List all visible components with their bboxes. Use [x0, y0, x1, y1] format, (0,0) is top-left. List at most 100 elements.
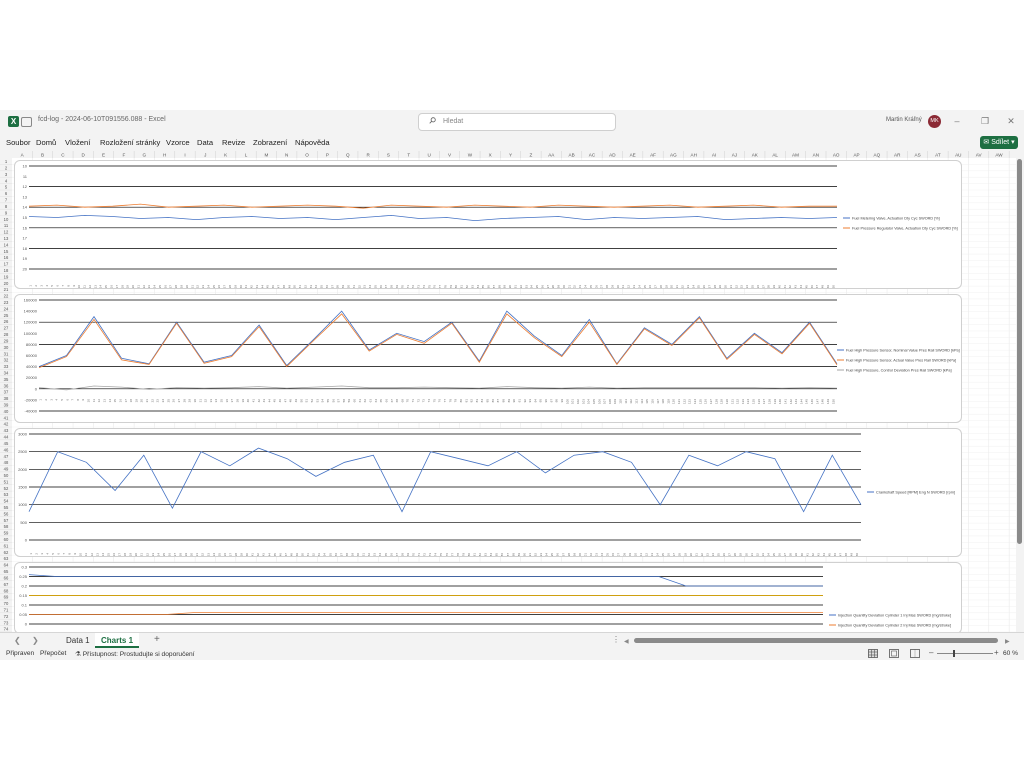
- column-header-AH[interactable]: AH: [691, 153, 697, 158]
- column-header-AU[interactable]: AU: [955, 153, 961, 158]
- chart-3[interactable]: 3000 2500 2000 1500 1000 500 0 1 2 3 4 5 6 7 8 9 10 11 12 1…: [14, 428, 962, 557]
- row-header[interactable]: 8: [5, 204, 8, 209]
- column-header-AR[interactable]: AR: [894, 153, 901, 158]
- row-header[interactable]: 56: [4, 511, 9, 516]
- normal-view-icon[interactable]: [868, 649, 878, 658]
- row-header[interactable]: 57: [4, 518, 9, 523]
- row-header[interactable]: 44: [4, 435, 9, 440]
- row-header[interactable]: 32: [4, 358, 9, 363]
- column-header-AQ[interactable]: AQ: [874, 153, 881, 158]
- row-header[interactable]: 45: [4, 441, 9, 446]
- next-sheet-icon[interactable]: ❯: [32, 636, 39, 645]
- row-header[interactable]: 42: [4, 422, 9, 427]
- column-header-C[interactable]: C: [61, 153, 65, 158]
- row-header[interactable]: 65: [4, 569, 9, 574]
- row-header[interactable]: 66: [4, 575, 9, 580]
- autosave-icon[interactable]: [21, 117, 32, 127]
- column-header-J[interactable]: J: [204, 153, 206, 158]
- column-header-Z[interactable]: Z: [530, 153, 533, 158]
- row-header[interactable]: 12: [4, 230, 9, 235]
- row-header[interactable]: 50: [4, 473, 9, 478]
- prev-sheet-icon[interactable]: ❮: [14, 636, 21, 645]
- row-header[interactable]: 43: [4, 428, 9, 433]
- row-header[interactable]: 52: [4, 486, 9, 491]
- column-header-K[interactable]: K: [224, 153, 228, 158]
- row-header[interactable]: 29: [4, 338, 9, 343]
- column-header-AG[interactable]: AG: [670, 153, 677, 158]
- column-header-AW[interactable]: AW: [995, 153, 1003, 158]
- row-header[interactable]: 61: [4, 543, 9, 548]
- row-header[interactable]: 3: [5, 172, 8, 177]
- row-header[interactable]: 26: [4, 319, 9, 324]
- row-header[interactable]: 39: [4, 403, 9, 408]
- column-header-R[interactable]: R: [366, 153, 370, 158]
- row-header[interactable]: 47: [4, 454, 9, 459]
- column-header-AK[interactable]: AK: [752, 153, 759, 158]
- close-icon[interactable]: ✕: [1004, 115, 1018, 127]
- zoom-in-icon[interactable]: +: [994, 648, 999, 657]
- row-header[interactable]: 71: [4, 607, 9, 612]
- page-layout-icon[interactable]: [889, 649, 899, 658]
- column-header-X[interactable]: X: [489, 153, 492, 158]
- column-header-Y[interactable]: Y: [509, 153, 512, 158]
- row-header[interactable]: 62: [4, 550, 9, 555]
- accessibility-status[interactable]: ⚗ Přístupnost: Prostudujte si doporučení: [75, 650, 195, 658]
- row-header[interactable]: 11: [4, 223, 9, 228]
- column-header-AN[interactable]: AN: [813, 153, 819, 158]
- share-button[interactable]: ✉ Sdílet ▾: [980, 136, 1018, 149]
- row-header[interactable]: 10: [4, 217, 9, 222]
- row-header[interactable]: 72: [4, 614, 9, 619]
- menu-data[interactable]: Data: [197, 138, 213, 147]
- row-header[interactable]: 23: [4, 300, 9, 305]
- sheet-tab-data-1[interactable]: Data 1: [60, 633, 96, 648]
- column-header-V[interactable]: V: [448, 153, 452, 158]
- scroll-left-icon[interactable]: ◀: [624, 638, 629, 645]
- row-header[interactable]: 69: [4, 595, 9, 600]
- zoom-slider-thumb[interactable]: [953, 650, 955, 657]
- column-header-AV[interactable]: AV: [976, 153, 983, 158]
- row-header[interactable]: 19: [4, 274, 9, 279]
- row-header[interactable]: 58: [4, 524, 9, 529]
- row-header[interactable]: 6: [5, 191, 8, 196]
- column-header-AA[interactable]: AA: [548, 153, 555, 158]
- row-header[interactable]: 60: [4, 537, 9, 542]
- row-header[interactable]: 20: [4, 281, 9, 286]
- row-header[interactable]: 35: [4, 377, 9, 382]
- column-header-D[interactable]: D: [82, 153, 86, 158]
- more-options-icon[interactable]: ⋮: [612, 635, 620, 644]
- column-header-AL[interactable]: AL: [772, 153, 778, 158]
- row-header[interactable]: 67: [4, 582, 9, 587]
- vertical-scrollbar[interactable]: [1016, 151, 1024, 632]
- row-header[interactable]: 34: [4, 370, 9, 375]
- row-header[interactable]: 31: [4, 351, 9, 356]
- vertical-scroll-thumb[interactable]: [1017, 159, 1022, 544]
- search-box[interactable]: Hledat: [418, 113, 616, 131]
- menu-zobrazeni[interactable]: Zobrazení: [253, 138, 287, 147]
- row-header[interactable]: 22: [4, 294, 9, 299]
- column-header-AJ[interactable]: AJ: [732, 153, 737, 158]
- column-header-AO[interactable]: AO: [833, 153, 840, 158]
- column-header-AI[interactable]: AI: [712, 153, 716, 158]
- column-header-AC[interactable]: AC: [589, 153, 596, 158]
- column-header-U[interactable]: U: [428, 153, 431, 158]
- column-header-E[interactable]: E: [102, 153, 105, 158]
- chart-4[interactable]: 0.3 0.25 0.2 0.15 0.1 0.05 0 Injection Quantity…: [14, 562, 962, 634]
- status-recalc[interactable]: Přepočet: [40, 650, 66, 657]
- row-header[interactable]: 17: [4, 262, 9, 267]
- chart-2[interactable]: 160000 140000 120000 100000 80000 60000 40000 2…: [14, 294, 962, 423]
- restore-icon[interactable]: ❐: [978, 115, 992, 127]
- chart-1[interactable]: 10 11 12 13 14 15 16 17 18 19 20 1 2 3 4 5 6 7 8 9 10 11 12 13 1…: [14, 160, 962, 289]
- row-header[interactable]: 48: [4, 460, 9, 465]
- sheet-tab-charts-1[interactable]: Charts 1: [95, 633, 140, 648]
- column-header-F[interactable]: F: [123, 153, 126, 158]
- row-header[interactable]: 46: [4, 447, 9, 452]
- row-header[interactable]: 7: [5, 198, 8, 203]
- row-header[interactable]: 68: [4, 588, 9, 593]
- row-header[interactable]: 28: [4, 332, 9, 337]
- row-header[interactable]: 15: [4, 249, 9, 254]
- column-header-I[interactable]: I: [184, 153, 185, 158]
- column-header-P[interactable]: P: [326, 153, 329, 158]
- column-header-AD[interactable]: AD: [609, 153, 616, 158]
- row-header[interactable]: 63: [4, 556, 9, 561]
- row-header[interactable]: 25: [4, 313, 9, 318]
